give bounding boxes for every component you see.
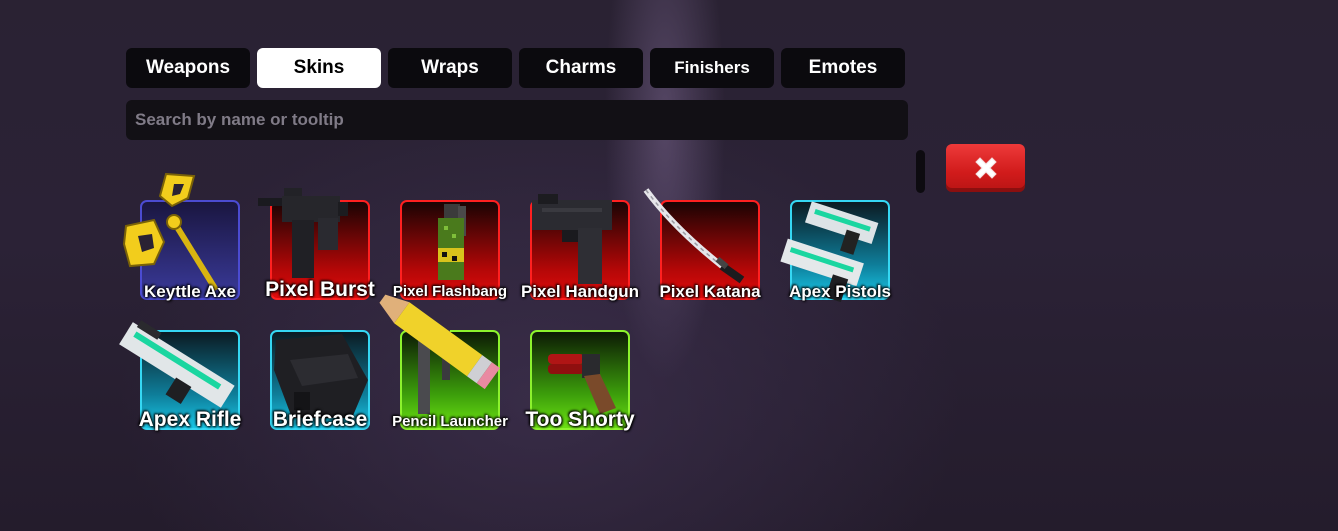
skin-card-pixel-handgun[interactable]: Pixel Handgun bbox=[521, 194, 639, 301]
skin-name: Apex Pistols bbox=[788, 282, 892, 301]
skin-name: Pixel Katana bbox=[659, 282, 761, 301]
tab-finishers[interactable]: Finishers bbox=[650, 48, 774, 88]
pixel-handgun-icon bbox=[532, 194, 612, 284]
skin-card-pixel-flashbang[interactable]: Pixel Flashbang bbox=[393, 200, 507, 300]
tab-charms[interactable]: Charms bbox=[519, 48, 643, 88]
skin-card-briefcase[interactable]: Briefcase bbox=[270, 330, 370, 431]
skin-name: Apex Rifle bbox=[138, 408, 242, 431]
skin-card-pixel-katana[interactable]: Pixel Katana bbox=[643, 188, 761, 301]
tab-skins[interactable]: Skins bbox=[257, 48, 381, 88]
tab-emotes[interactable]: Emotes bbox=[781, 48, 905, 88]
close-icon bbox=[974, 157, 997, 179]
skin-name: Pixel Handgun bbox=[520, 282, 640, 301]
apex-rifle-icon bbox=[119, 320, 235, 408]
tab-weapons[interactable]: Weapons bbox=[126, 48, 250, 88]
skin-name: Keyttle Axe bbox=[144, 282, 236, 301]
pixel-burst-icon bbox=[258, 188, 348, 278]
tab-wraps[interactable]: Wraps bbox=[388, 48, 512, 88]
keyttle-axe-icon bbox=[122, 172, 219, 292]
briefcase-icon bbox=[274, 334, 368, 418]
pixel-katana-icon bbox=[643, 188, 745, 284]
skin-card-too-shorty[interactable]: Too Shorty bbox=[525, 330, 635, 431]
search-input[interactable] bbox=[126, 100, 908, 140]
skin-card-apex-rifle[interactable]: Apex Rifle bbox=[119, 320, 241, 431]
skin-card-pixel-burst[interactable]: Pixel Burst bbox=[258, 188, 375, 301]
close-button[interactable] bbox=[946, 144, 1025, 192]
skin-name: Too Shorty bbox=[525, 408, 635, 431]
category-tabs: Weapons Skins Wraps Charms Finishers Emo… bbox=[126, 48, 905, 88]
skin-card-keyttle-axe[interactable]: Keyttle Axe bbox=[122, 172, 240, 301]
skin-name: Pencil Launcher bbox=[392, 413, 508, 430]
skin-card-pencil-launcher[interactable]: Pencil Launcher bbox=[379, 294, 508, 430]
scrollbar[interactable] bbox=[916, 150, 925, 193]
pixel-flashbang-icon bbox=[438, 204, 466, 280]
pencil-launcher-icon bbox=[379, 294, 501, 414]
skin-card-apex-pistols[interactable]: Apex Pistols bbox=[780, 200, 891, 303]
